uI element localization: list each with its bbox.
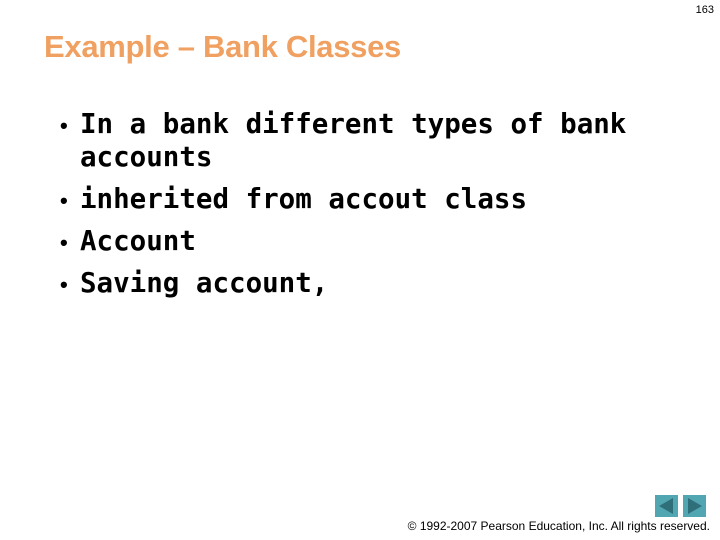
bullet-text: In a bank different types of bank accoun… xyxy=(80,108,627,173)
bullet-list: • In a bank different types of bank acco… xyxy=(60,108,700,309)
slide-number: 163 xyxy=(695,4,714,16)
previous-slide-button[interactable] xyxy=(655,495,678,517)
copyright-footer: © 1992-2007 Pearson Education, Inc. All … xyxy=(407,519,710,533)
bullet-item: • inherited from accout class xyxy=(60,183,700,216)
bullet-icon: • xyxy=(60,272,68,297)
bullet-icon: • xyxy=(60,188,68,213)
bullet-item: • In a bank different types of bank acco… xyxy=(60,108,700,174)
bullet-icon: • xyxy=(60,113,68,138)
bullet-text: Account xyxy=(80,225,196,257)
slide-title: Example – Bank Classes xyxy=(44,29,401,64)
bullet-item: • Saving account, xyxy=(60,267,700,300)
triangle-right-icon xyxy=(688,498,702,514)
next-slide-button[interactable] xyxy=(683,495,706,517)
bullet-text: Saving account, xyxy=(80,267,329,299)
bullet-icon: • xyxy=(60,230,68,255)
triangle-left-icon xyxy=(659,498,673,514)
bullet-item: • Account xyxy=(60,225,700,258)
bullet-text: inherited from accout class xyxy=(80,183,528,215)
